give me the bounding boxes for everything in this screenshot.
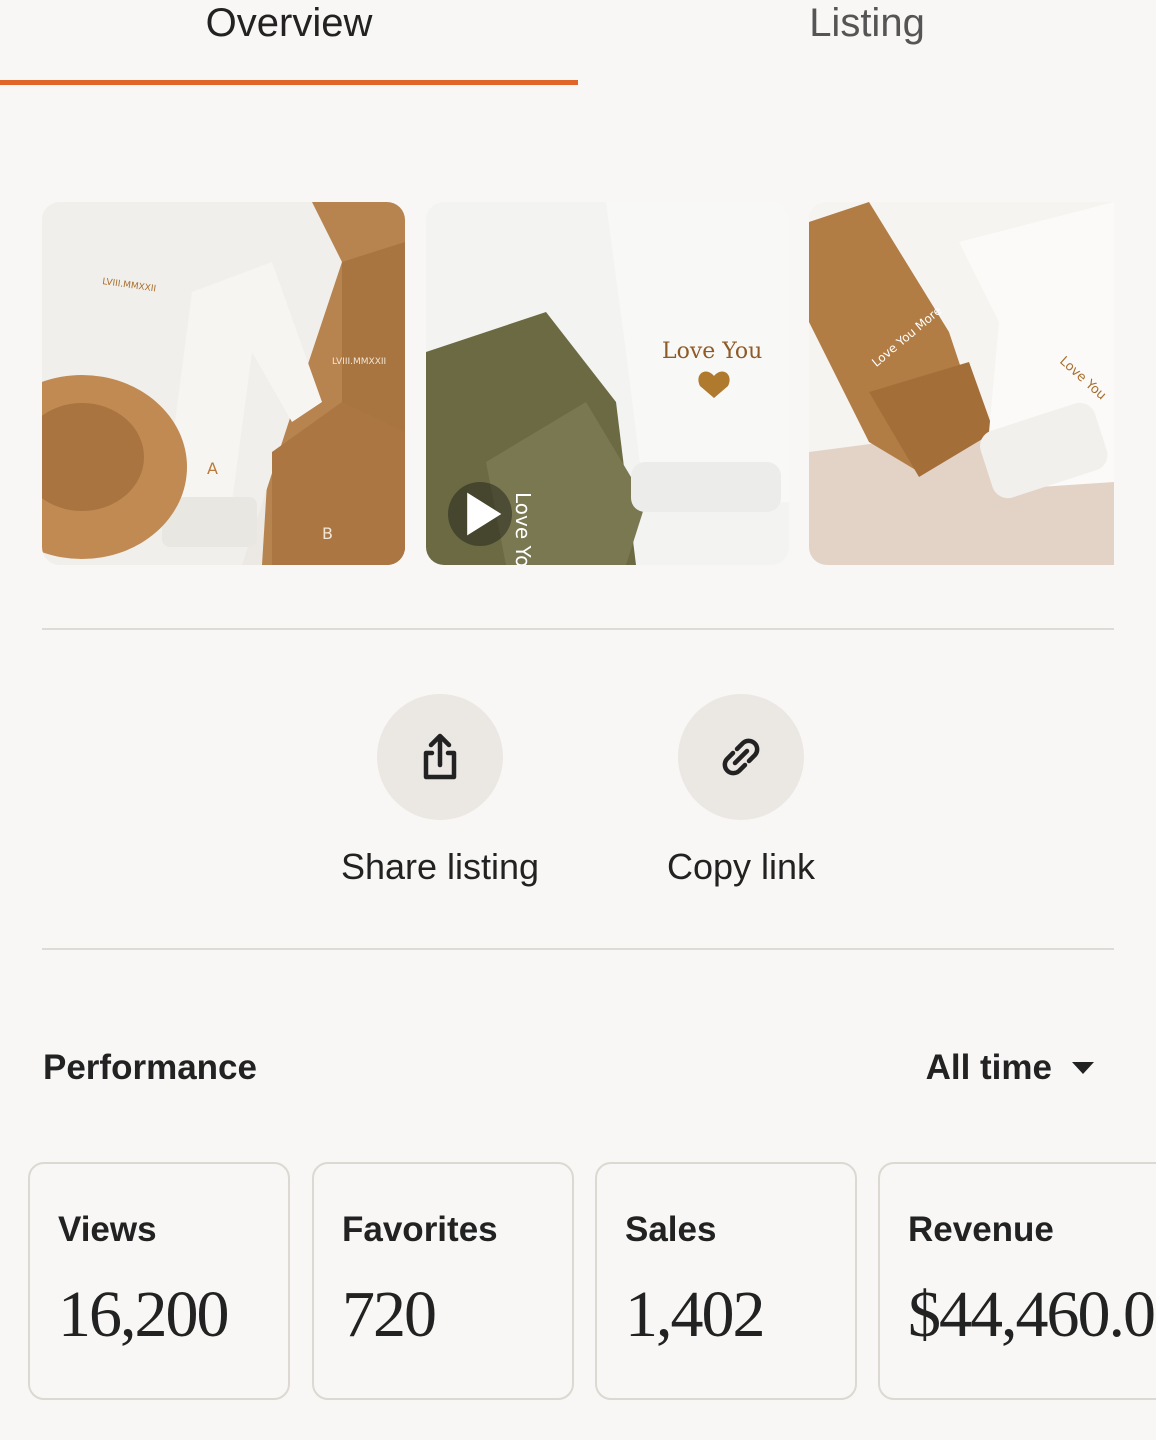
media-carousel[interactable]: LVIII.MMXXII LVIII.MMXXII A B Love You L… xyxy=(42,202,1114,565)
divider xyxy=(42,628,1114,630)
embroidery-text-love-you-more: Love You More xyxy=(511,492,535,565)
embroidery-text-2: LVIII.MMXXII xyxy=(332,357,386,367)
tab-overview[interactable]: Overview xyxy=(0,0,578,88)
stat-card-revenue: Revenue $44,460.0 xyxy=(878,1162,1156,1400)
share-button-circle[interactable] xyxy=(377,694,503,820)
embroidery-text-love-you: Love You xyxy=(662,339,762,364)
caret-down-icon xyxy=(1072,1062,1094,1074)
share-listing-button[interactable]: Share listing xyxy=(320,694,560,888)
link-icon xyxy=(722,738,760,776)
play-button[interactable] xyxy=(448,482,512,546)
embroidery-initial-b: B xyxy=(322,524,333,543)
time-range-label: All time xyxy=(925,1048,1052,1087)
share-listing-label: Share listing xyxy=(340,846,540,887)
stat-card-favorites: Favorites 720 xyxy=(312,1162,574,1400)
copy-link-label: Copy link xyxy=(666,846,816,887)
stats-row[interactable]: Views 16,200 Favorites 720 Sales 1,402 R… xyxy=(28,1162,1156,1402)
listing-video-thumbnail[interactable]: Love You Love You More xyxy=(426,202,789,565)
divider xyxy=(42,948,1114,950)
stat-value: $44,460.0 xyxy=(908,1278,1156,1351)
active-tab-indicator xyxy=(0,80,578,85)
copy-link-button[interactable]: Copy link xyxy=(621,694,861,888)
embroidery-initial-a: A xyxy=(207,459,218,478)
time-range-dropdown[interactable]: All time xyxy=(926,1048,1094,1088)
listing-photo-3[interactable]: Love You More Love You xyxy=(809,202,1114,565)
stat-label: Views xyxy=(58,1210,157,1249)
share-icon xyxy=(423,733,457,780)
stat-value: 1,402 xyxy=(625,1278,766,1351)
play-icon xyxy=(467,492,502,536)
stat-value: 16,200 xyxy=(58,1278,230,1351)
copy-link-circle[interactable] xyxy=(678,694,804,820)
stat-card-views: Views 16,200 xyxy=(28,1162,290,1400)
tab-bar: Overview Listing xyxy=(0,0,1156,88)
listing-stats-screen: Overview Listing LVIII.MMXXII LVIII.MMXX… xyxy=(0,0,1156,1440)
stat-label: Revenue xyxy=(908,1210,1054,1249)
stat-label: Favorites xyxy=(342,1210,498,1249)
stat-card-sales: Sales 1,402 xyxy=(595,1162,857,1400)
performance-title: Performance xyxy=(43,1048,257,1087)
stat-label: Sales xyxy=(625,1210,717,1249)
stat-value: 720 xyxy=(342,1278,437,1351)
tab-listing[interactable]: Listing xyxy=(578,0,1156,88)
listing-photo-1[interactable]: LVIII.MMXXII LVIII.MMXXII A B xyxy=(42,202,405,565)
